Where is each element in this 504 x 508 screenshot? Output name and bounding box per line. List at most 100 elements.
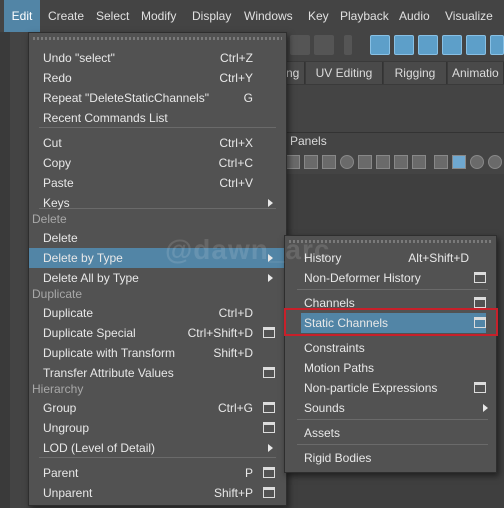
film-gate-icon[interactable] — [304, 155, 318, 169]
edit-menu: Undo "select" Ctrl+Z Redo Ctrl+Y Repeat "Del… — [28, 32, 287, 506]
menu-item-label: Non-particle Expressions — [304, 381, 438, 395]
submenu-arrow-icon — [268, 444, 273, 452]
snap-view-icon[interactable] — [442, 35, 462, 55]
submenu-item-non-deformer-history[interactable]: Non-Deformer History — [285, 268, 496, 288]
menu-item-duplicate-with-transform[interactable]: Duplicate with Transform Shift+D — [29, 343, 286, 363]
menu-item-label: LOD (Level of Detail) — [43, 441, 156, 455]
submenu-item-non-particle-expressions[interactable]: Non-particle Expressions — [285, 378, 496, 398]
menu-item-duplicate-special[interactable]: Duplicate Special Ctrl+Shift+D — [29, 323, 286, 343]
menu-item-paste[interactable]: Paste Ctrl+V — [29, 173, 286, 193]
menu-item-parent[interactable]: Parent P — [29, 463, 286, 483]
option-box-icon[interactable] — [474, 382, 486, 393]
submenu-item-constraints[interactable]: Constraints — [285, 338, 496, 358]
menu-item-duplicate[interactable]: Duplicate Ctrl+D — [29, 303, 286, 323]
snap-live-icon[interactable] — [490, 35, 504, 55]
text-icon[interactable] — [412, 155, 426, 169]
menu-separator — [297, 289, 488, 290]
tear-off-grip[interactable] — [33, 37, 282, 40]
menu-visualize[interactable]: Visualize — [445, 0, 493, 32]
option-box-icon[interactable] — [263, 487, 275, 498]
tab-animation[interactable]: Animatio — [448, 62, 504, 84]
menu-audio[interactable]: Audio — [399, 0, 430, 32]
menu-item-group[interactable]: Group Ctrl+G — [29, 398, 286, 418]
menu-item-label: Parent — [43, 466, 79, 480]
menu-item-shortcut: Ctrl+G — [217, 401, 253, 415]
menu-create[interactable]: Create — [48, 0, 84, 32]
option-box-icon[interactable] — [263, 367, 275, 378]
option-box-icon[interactable] — [474, 272, 486, 283]
safe-action-icon[interactable] — [340, 155, 354, 169]
panels-menu[interactable]: Panels — [290, 134, 327, 148]
menu-item-label: Sounds — [304, 401, 345, 415]
menu-item-cut[interactable]: Cut Ctrl+X — [29, 133, 286, 153]
tab-rigging[interactable]: Rigging — [384, 62, 447, 84]
menu-item-redo[interactable]: Redo Ctrl+Y — [29, 68, 286, 88]
option-box-icon[interactable] — [263, 327, 275, 338]
submenu-arrow-icon — [268, 199, 273, 207]
menu-item-label: Paste — [43, 176, 74, 190]
menu-item-shortcut: Ctrl+X — [219, 136, 253, 150]
tab-uv-editing[interactable]: UV Editing — [306, 62, 383, 84]
menu-item-shortcut: P — [244, 466, 253, 480]
texture-icon[interactable] — [470, 155, 484, 169]
submenu-arrow-icon — [483, 404, 488, 412]
menu-playback[interactable]: Playback — [340, 0, 389, 32]
submenu-item-motion-paths[interactable]: Motion Paths — [285, 358, 496, 378]
snap-curve-icon[interactable] — [394, 35, 414, 55]
section-label: Duplicate — [32, 287, 83, 301]
menu-item-label: Rigid Bodies — [304, 451, 372, 465]
hud-icon[interactable] — [394, 155, 408, 169]
menu-item-label: Duplicate Special — [43, 326, 136, 340]
menu-item-shortcut: Ctrl+Shift+D — [187, 326, 253, 340]
divider-icon — [344, 35, 352, 55]
snap-icon[interactable] — [290, 35, 310, 55]
menu-item-label: Delete — [43, 231, 78, 245]
shelf-tabs: ng UV Editing Rigging Animatio — [286, 61, 504, 85]
image-plane-icon[interactable] — [376, 155, 390, 169]
menu-item-undo-select[interactable]: Undo "select" Ctrl+Z — [29, 48, 286, 68]
menu-select[interactable]: Select — [96, 0, 129, 32]
menu-item-recent-commands-list[interactable]: Recent Commands List — [29, 108, 286, 128]
field-chart-icon[interactable] — [358, 155, 372, 169]
option-box-icon[interactable] — [263, 422, 275, 433]
resolution-gate-icon[interactable] — [322, 155, 336, 169]
menu-item-lod-level-of-detail[interactable]: LOD (Level of Detail) — [29, 438, 286, 458]
submenu-item-sounds[interactable]: Sounds — [285, 398, 496, 418]
select-cursor-icon[interactable] — [314, 35, 334, 55]
option-box-icon[interactable] — [263, 467, 275, 478]
section-header-hierarchy: Hierarchy — [29, 380, 286, 398]
menu-item-repeat-deletestaticchannels[interactable]: Repeat "DeleteStaticChannels" G — [29, 88, 286, 108]
menu-item-label: Constraints — [304, 341, 365, 355]
watermark: @dawn_arc — [165, 234, 331, 265]
section-header-duplicate: Duplicate — [29, 285, 286, 303]
snap-surface-icon[interactable] — [466, 35, 486, 55]
snap-point-icon[interactable] — [418, 35, 438, 55]
menu-item-label: Ungroup — [43, 421, 90, 435]
snap-grid-icon[interactable] — [370, 35, 390, 55]
tab-modeling[interactable]: ng — [286, 62, 305, 84]
menu-key[interactable]: Key — [308, 0, 329, 32]
option-box-icon[interactable] — [263, 402, 275, 413]
menu-item-label: Cut — [43, 136, 62, 150]
smooth-shade-icon[interactable] — [452, 155, 466, 169]
submenu-item-assets[interactable]: Assets — [285, 423, 496, 443]
menu-edit[interactable]: Edit — [4, 0, 40, 32]
wireframe-icon[interactable] — [434, 155, 448, 169]
menu-item-label: Duplicate — [43, 306, 94, 320]
menu-item-shortcut: Ctrl+D — [218, 306, 253, 320]
main-menubar: Edit Create Select Modify Display Window… — [0, 0, 504, 32]
menu-modify[interactable]: Modify — [141, 0, 176, 32]
menu-item-label: Repeat "DeleteStaticChannels" — [43, 91, 209, 105]
section-header-delete: Delete — [29, 210, 286, 228]
menu-item-unparent[interactable]: Unparent Shift+P — [29, 483, 286, 503]
submenu-item-rigid-bodies[interactable]: Rigid Bodies — [285, 448, 496, 468]
menu-display[interactable]: Display — [192, 0, 231, 32]
grid-icon[interactable] — [286, 155, 300, 169]
menu-item-copy[interactable]: Copy Ctrl+C — [29, 153, 286, 173]
lighting-icon[interactable] — [488, 155, 502, 169]
option-box-icon[interactable] — [474, 297, 486, 308]
menu-item-label: Duplicate with Transform — [43, 346, 176, 360]
menu-separator — [297, 444, 488, 445]
menu-windows[interactable]: Windows — [244, 0, 293, 32]
menu-item-ungroup[interactable]: Ungroup — [29, 418, 286, 438]
